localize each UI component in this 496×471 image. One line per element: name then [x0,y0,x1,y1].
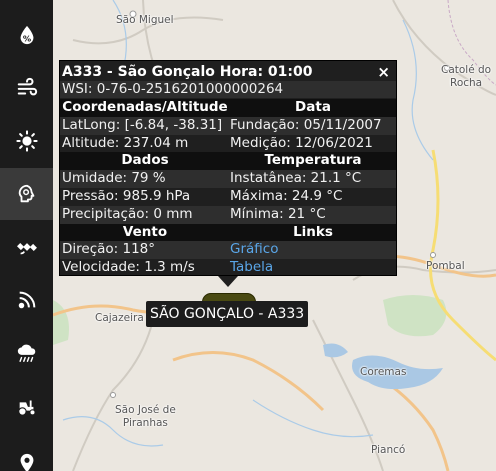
tabela-link[interactable]: Tabela [228,259,396,277]
grafico-link[interactable]: Gráfico [228,241,396,260]
fundacao-value: Fundação: 05/11/2007 [228,116,396,135]
map-label-cajazeiras: Cajazeira [95,312,144,324]
header-temperatura: Temperatura [228,152,396,171]
close-icon[interactable]: × [377,63,390,81]
map-label-coremas: Coremas [360,366,407,378]
header-dados: Dados [60,152,228,171]
minima-value: Mínima: 21 °C [228,205,396,224]
signal-icon [18,291,35,309]
svg-text:%: % [22,33,30,43]
map-label-catole-line2: Rocha [450,77,483,89]
rain-icon [17,344,35,362]
tractor-icon [17,400,36,416]
maxima-value: Máxima: 24.9 °C [230,187,343,204]
sun-icon [15,130,38,152]
satellite-icon [16,242,37,255]
map-label-catole-line1: Catolé do [441,64,492,76]
sidebar-item-tractor[interactable] [0,380,53,432]
wind-icon [17,77,37,96]
sidebar-item-wind[interactable] [0,62,53,114]
table-row: Pressão: 985.9 hPa Máxima: 24.9 °C [60,188,396,206]
table-row: Dados Temperatura [60,152,396,171]
header-vento: Vento [60,223,228,242]
sidebar-item-brain[interactable] [0,168,53,220]
sidebar-item-humidity[interactable]: % [0,9,53,61]
popup-tip [218,276,238,287]
popup-title: A333 - São Gonçalo Hora: 01:00 [62,64,313,80]
map-label-pombal: Pombal [426,260,465,272]
pressao-value: Pressão: 985.9 hPa [62,187,191,204]
latlong-value: LatLong: [-6.84, -38.31] [60,116,228,135]
direcao-value: Direção: 118° [60,241,228,260]
umidade-value: Umidade: 79 % [60,170,228,188]
map-label-sao-miguel: São Miguel [116,14,174,26]
instantanea-value: Instatânea: 21.1 °C [228,170,396,188]
location-icon [20,453,33,471]
header-links: Links [228,223,396,242]
precipitacao-value: Precipitação: 0 mm [60,205,228,224]
sidebar-item-location[interactable] [0,437,53,471]
sidebar-item-sun[interactable] [0,115,53,167]
wsi-value: WSI: 0-76-0-2516201000000264 [60,81,396,98]
sidebar-item-rain[interactable] [0,327,53,379]
map-label-sao-jose-line2: Piranhas [122,417,168,429]
velocidade-value: Velocidade: 1.3 m/s [62,259,195,276]
sidebar-item-satellite[interactable] [0,221,53,273]
table-row: Direção: 118° Gráfico [60,241,396,260]
table-row: Velocidade: 1.3 m/s Tabela [60,259,396,277]
table-row: Coordenadas/Altitude Data [60,99,396,117]
altitude-value: Altitude: 237.04 m [62,134,189,151]
header-data: Data [228,99,396,117]
table-row: Precipitação: 0 mm Mínima: 21 °C [60,205,396,224]
table-row: Vento Links [60,223,396,242]
header-coordenadas: Coordenadas/Altitude [60,99,228,117]
table-row: Umidade: 79 % Instatânea: 21.1 °C [60,170,396,188]
map-label-sao-jose-line1: São José de [115,404,176,416]
table-row: LatLong: [-6.84, -38.31] Fundação: 05/11… [60,116,396,135]
sidebar: % [0,0,53,471]
station-label[interactable]: SÃO GONÇALO - A333 [146,301,309,327]
medicao-value: Medição: 12/06/2021 [230,134,373,151]
brain-icon [18,184,34,203]
station-info-table: Coordenadas/Altitude Data LatLong: [-6.8… [60,99,396,277]
humidity-icon: % [20,25,33,45]
map-label-catole: Catolé do Rocha [441,64,491,90]
station-popup: A333 - São Gonçalo Hora: 01:00 × WSI: 0-… [59,60,397,276]
table-row: Altitude: 237.04 m Medição: 12/06/2021 [60,135,396,153]
sidebar-item-signal[interactable] [0,274,53,326]
map-label-pianco: Piancó [371,444,406,456]
map-label-sao-jose: São José de Piranhas [115,404,176,430]
